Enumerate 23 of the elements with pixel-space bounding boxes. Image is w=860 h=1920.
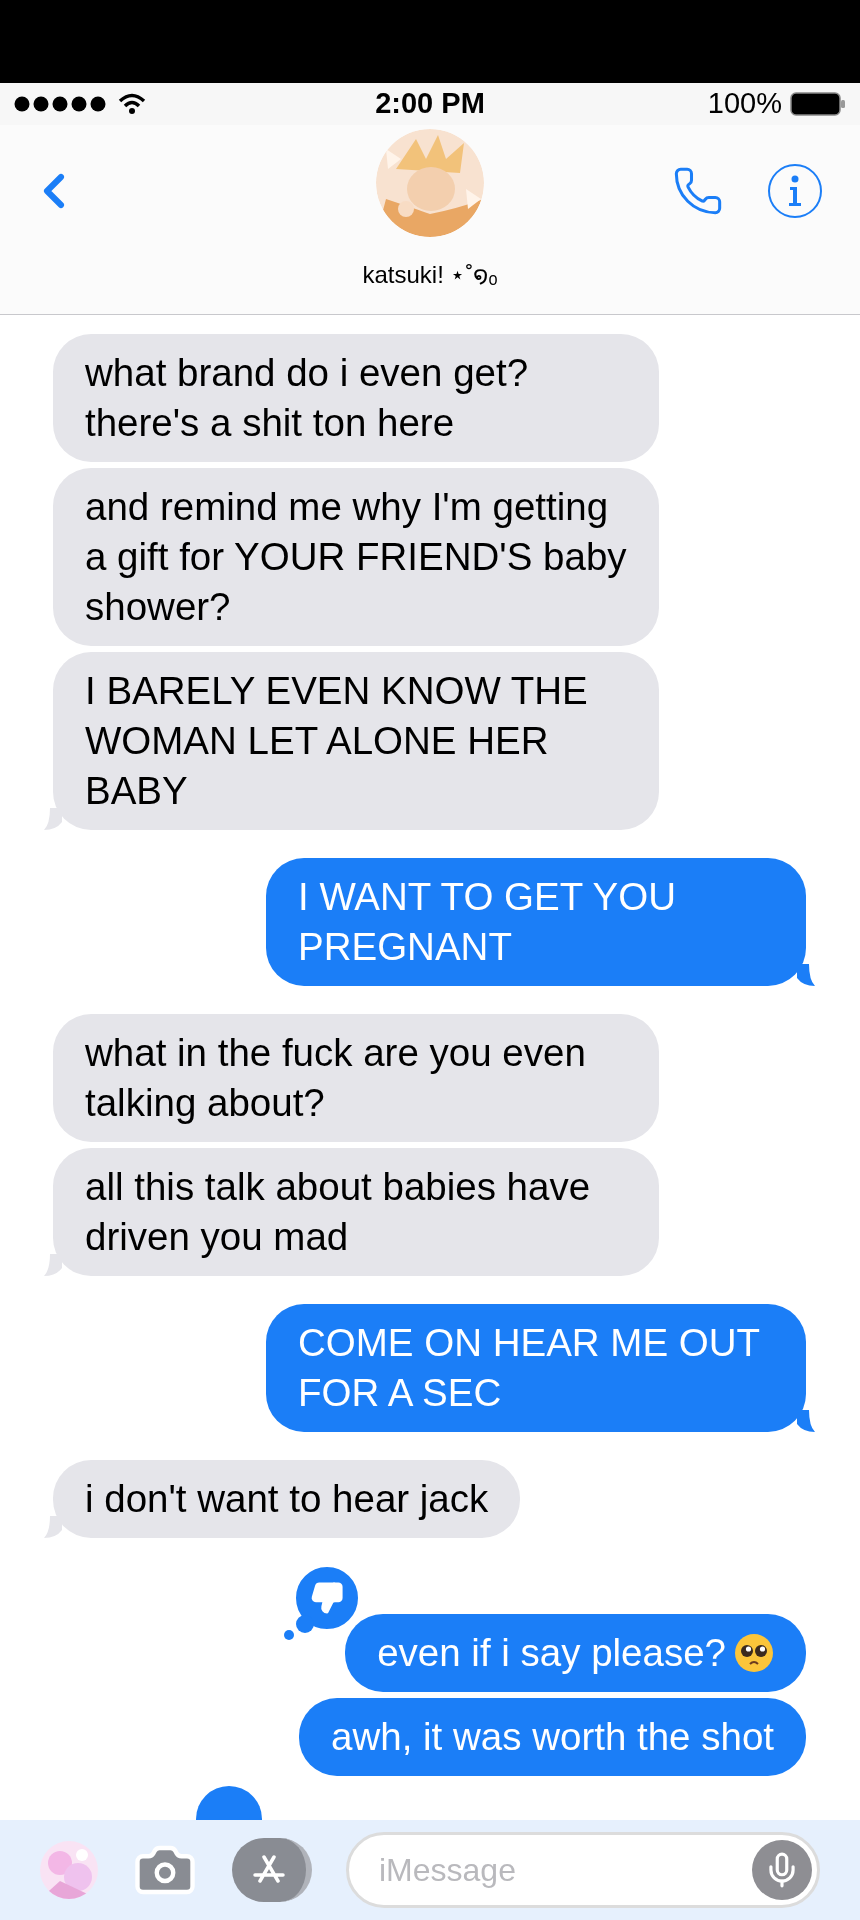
message-field[interactable]: iMessage <box>346 1832 820 1908</box>
battery-percentage: 100% <box>707 86 782 122</box>
info-button[interactable] <box>768 164 822 218</box>
bubble-tail <box>44 1516 62 1538</box>
sent-message: awh, it was worth the shot <box>299 1698 806 1776</box>
status-time: 2:00 PM <box>375 86 485 122</box>
bubble-tail <box>44 1254 62 1276</box>
received-message: what in the fuck are you even talking about? <box>53 1014 659 1142</box>
received-message: and remind me why I'm getting a gift for YOUR FRIEND'S baby shower? <box>53 468 659 646</box>
bubble-tail <box>797 964 815 986</box>
thumbs-down-icon <box>310 1581 345 1615</box>
contact-name[interactable]: katsuki! ⋆˚໑ₒ <box>362 257 498 293</box>
battery-icon <box>790 92 846 116</box>
wifi-icon <box>118 93 146 115</box>
app-store-icon <box>252 1855 286 1885</box>
bubble-tail <box>797 1410 815 1432</box>
phone-icon <box>672 165 724 217</box>
call-button[interactable] <box>672 165 724 217</box>
received-message: what brand do i even get? there's a shit ton here <box>53 334 659 462</box>
info-icon <box>788 175 802 207</box>
message-text: even if i say please? <box>377 1630 726 1676</box>
signal-icon <box>14 96 108 112</box>
bubble-tail <box>44 808 62 830</box>
